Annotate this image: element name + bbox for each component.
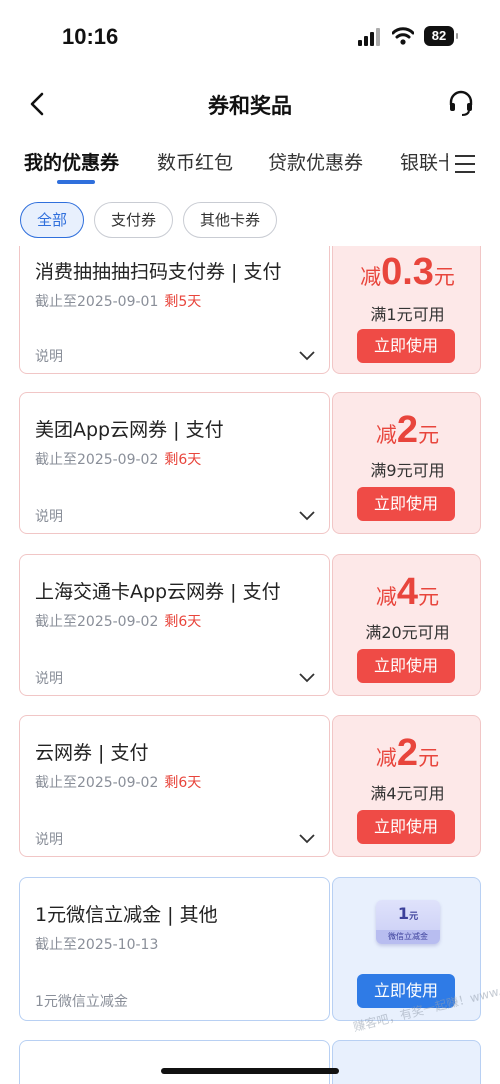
filter-chip-all[interactable]: 全部: [20, 202, 84, 238]
filter-chip-payment[interactable]: 支付券: [94, 202, 173, 238]
coupon-expiry: 截止至2025-10-13: [35, 937, 159, 953]
coupon-expiry: 截止至2025-09-02 剩6天: [35, 452, 202, 468]
chevron-down-icon[interactable]: [298, 350, 316, 362]
coupon-days-remaining: 剩6天: [164, 452, 202, 468]
coupon-info: 1元微信立减金 | 其他 截止至2025-10-13 1元微信立减金: [19, 877, 330, 1021]
tab-clip: 银联卡: [400, 140, 448, 184]
chevron-down-icon[interactable]: [298, 510, 316, 522]
coupon-list: 消费抽抽抽扫码支付券 | 支付 截止至2025-09-01 剩5天 说明 减0.3…: [0, 246, 500, 1084]
filter-chip-other-cards[interactable]: 其他卡券: [183, 202, 277, 238]
coupon-expiry: 截止至2025-09-02 剩6天: [35, 775, 202, 791]
coupon-details-label[interactable]: 说明: [35, 506, 63, 526]
coupon-condition: 满4元可用: [370, 784, 445, 803]
coupon-amount: 减4元: [375, 571, 440, 613]
tabs-menu-icon[interactable]: [452, 152, 478, 176]
coupon-value-panel: 减2元 满4元可用 立即使用: [332, 715, 481, 857]
coupon-value-panel: 减0.3元 满1元可用 立即使用: [332, 246, 481, 374]
use-now-button[interactable]: 立即使用: [357, 810, 455, 844]
coupon-title: 消费抽抽抽扫码支付券 | 支付: [35, 261, 282, 283]
page-title: 券和奖品: [208, 94, 292, 118]
coupon-value-panel: 减4元 满20元可用 立即使用: [332, 554, 481, 696]
status-bar: 10:16 82: [0, 0, 500, 72]
category-tabs: 我的优惠券 数币红包 贷款优惠券 银联卡: [0, 140, 500, 188]
chevron-down-icon[interactable]: [298, 833, 316, 845]
coupon-details-label[interactable]: 说明: [35, 668, 63, 688]
coupon-card: 上海交通卡App云网券 | 支付 截止至2025-09-02 剩6天 说明 减4元…: [19, 554, 481, 696]
coupon-card: 美团App云网券 | 支付 截止至2025-09-02 剩6天 说明 减2元 满9…: [19, 392, 481, 534]
battery-indicator: 82: [424, 26, 458, 46]
coupon-condition: 满9元可用: [370, 461, 445, 480]
coupon-title: 上海交通卡App云网券 | 支付: [35, 581, 281, 603]
customer-service-icon[interactable]: [446, 88, 476, 118]
coupon-value-panel: 减2元 满9元可用 立即使用: [332, 392, 481, 534]
coupon-title: 美团App云网券 | 支付: [35, 419, 224, 441]
home-indicator: [161, 1068, 339, 1074]
coupon-days-remaining: 剩5天: [164, 294, 202, 310]
tab-my-coupons[interactable]: 我的优惠券: [24, 148, 119, 175]
coupon-amount: 减2元: [375, 409, 440, 451]
wechat-cash-ticket-icon: 1元 微信立减金: [376, 900, 440, 950]
coupon-condition: 满20元可用: [365, 623, 450, 642]
coupon-details-label[interactable]: 说明: [35, 829, 63, 849]
coupon-info: 上海交通卡App云网券 | 支付 截止至2025-09-02 剩6天 说明: [19, 554, 330, 696]
tab-loan-coupons[interactable]: 贷款优惠券: [268, 148, 363, 175]
coupon-expiry: 截止至2025-09-01 剩5天: [35, 294, 202, 310]
active-tab-indicator: [57, 180, 95, 184]
cellular-signal-icon: [358, 28, 382, 46]
use-now-button[interactable]: 立即使用: [357, 649, 455, 683]
filter-chips: 全部 支付券 其他卡券: [0, 200, 500, 240]
status-time: 10:16: [62, 24, 119, 49]
coupon-days-remaining: 剩6天: [164, 775, 202, 791]
wifi-icon: [392, 27, 414, 45]
coupon-info: 美团App云网券 | 支付 截止至2025-09-02 剩6天 说明: [19, 392, 330, 534]
coupon-card: 1元微信立减金 | 其他 截止至2025-10-13 1元微信立减金 1元 微信…: [19, 877, 481, 1021]
coupon-details-label: 1元微信立减金: [35, 994, 128, 1010]
coupon-expiry: 截止至2025-09-02 剩6天: [35, 614, 202, 630]
coupon-amount: 减0.3元: [360, 251, 455, 293]
use-now-button[interactable]: 立即使用: [357, 329, 455, 363]
coupon-amount: 减2元: [375, 732, 440, 774]
use-now-button[interactable]: 立即使用: [357, 487, 455, 521]
coupon-details-label[interactable]: 说明: [35, 346, 63, 366]
coupon-card: 消费抽抽抽扫码支付券 | 支付 截止至2025-09-01 剩5天 说明 减0.3…: [19, 246, 481, 374]
chevron-down-icon[interactable]: [298, 672, 316, 684]
nav-bar: 券和奖品: [0, 78, 500, 130]
coupon-card: 云网券 | 支付 截止至2025-09-02 剩6天 说明 减2元 满4元可用 立…: [19, 715, 481, 857]
coupon-info: 消费抽抽抽扫码支付券 | 支付 截止至2025-09-01 剩5天 说明: [19, 246, 330, 374]
tab-unionpay-card[interactable]: 银联卡: [400, 148, 448, 175]
coupon-title: 云网券 | 支付: [35, 742, 149, 764]
coupon-card: [19, 1040, 481, 1084]
coupon-days-remaining: 剩6天: [164, 614, 202, 630]
coupon-title: 1元微信立减金 | 其他: [35, 904, 218, 926]
tab-digital-red-packets[interactable]: 数币红包: [157, 148, 233, 175]
coupon-condition: 满1元可用: [370, 305, 445, 324]
coupon-info: 云网券 | 支付 截止至2025-09-02 剩6天 说明: [19, 715, 330, 857]
